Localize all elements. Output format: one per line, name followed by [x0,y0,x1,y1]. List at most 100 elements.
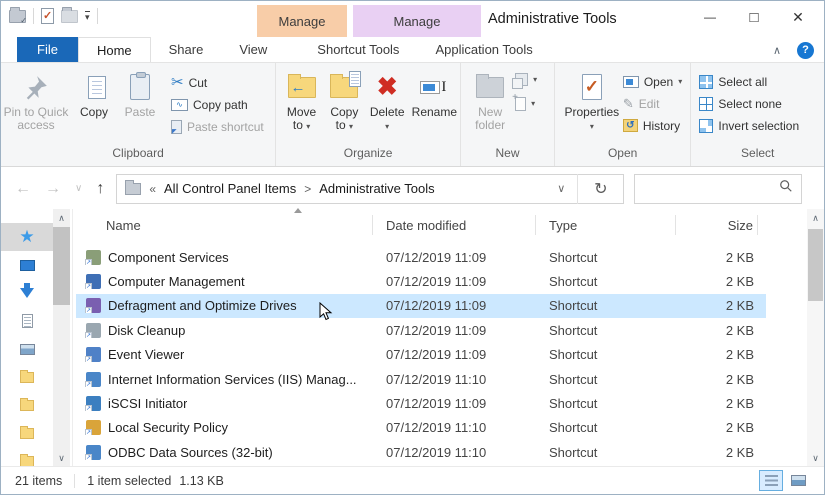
open-button[interactable]: Open ▾ [622,73,682,90]
select-none-button[interactable]: Select none [699,95,799,112]
file-shortcut-icon: ↗ [85,298,101,314]
recent-locations-chevron-icon[interactable]: ∨ [75,183,82,194]
tab-home[interactable]: Home [77,37,151,62]
file-row[interactable]: ↗ Defragment and Optimize Drives 07/12/2… [76,293,766,319]
customize-toolbar-chevron-icon[interactable]: ▾ [85,11,90,22]
large-icons-view-button[interactable] [786,470,810,491]
tab-file[interactable]: File [17,37,78,62]
scroll-up-icon[interactable]: ∧ [53,210,70,227]
search-input[interactable] [635,181,780,196]
file-row[interactable]: ↗ iSCSI Initiator 07/12/2019 11:09 Short… [76,391,766,415]
properties-button[interactable]: Properties ▾ [561,66,623,133]
sidebar-item-folder-1[interactable] [1,363,53,391]
breadcrumb-administrative-tools[interactable]: Administrative Tools [319,181,434,196]
scissors-icon: ✂ [171,74,184,91]
copy-to-icon [330,70,362,98]
file-date-modified: 07/12/2019 11:09 [386,322,487,338]
sidebar-item-folder-3[interactable] [1,419,53,447]
move-to-button[interactable]: ← Move to ▾ [280,66,323,133]
column-header-type[interactable]: Type [536,215,676,235]
properties-check-icon[interactable] [41,8,54,24]
copy-path-button[interactable]: ∿ Copy path [171,96,264,113]
breadcrumb-root-chevrons[interactable]: « [149,182,156,196]
new-folder-button[interactable]: New folder [465,66,515,132]
refresh-icon[interactable]: ↻ [577,173,623,204]
file-row[interactable]: ↗ ODBC Data Sources (32-bit) 07/12/2019 … [76,440,766,464]
search-icon[interactable] [779,179,793,198]
tab-shortcut-tools[interactable]: Shortcut Tools [299,37,417,62]
file-row[interactable]: ↗ Disk Cleanup 07/12/2019 11:09 Shortcut… [76,318,766,342]
tab-view[interactable]: View [221,37,285,62]
scrollbar-thumb[interactable] [53,227,70,305]
new-item-icon [512,92,527,111]
file-date-modified: 07/12/2019 11:09 [386,298,487,314]
edit-button[interactable]: ✎ Edit [623,95,682,112]
sidebar-item-this-pc[interactable] [1,251,53,279]
cut-button[interactable]: ✂ Cut [171,74,264,91]
shortcut-tools-manage-header: Manage [257,5,347,37]
sidebar-item-pictures[interactable] [1,335,53,363]
folder-properties-icon[interactable] [9,6,27,25]
paste-button[interactable]: Paste [117,66,163,119]
file-row[interactable]: ↗ Component Services 07/12/2019 11:09 Sh… [76,245,766,269]
scrollbar-thumb[interactable] [808,229,823,301]
scroll-down-icon[interactable]: ∨ [807,450,824,467]
sidebar-item-quick-access[interactable] [1,223,53,251]
sort-ascending-icon [294,208,302,213]
edit-pencil-icon: ✎ [622,95,634,111]
rename-button[interactable]: I Rename [409,66,461,119]
file-row[interactable]: ↗ Local Security Policy 07/12/2019 11:10… [76,416,766,440]
minimize-button[interactable] [688,1,732,33]
history-button[interactable]: ↺ History [622,117,682,134]
copy-icon [82,72,106,99]
file-row[interactable]: ↗ Event Viewer 07/12/2019 11:09 Shortcut… [76,343,766,367]
paste-shortcut-button[interactable]: Paste shortcut [171,118,264,135]
tab-application-tools[interactable]: Application Tools [417,37,550,62]
up-icon[interactable]: ↑ [96,180,104,198]
monitor-icon [19,259,35,271]
tab-share[interactable]: Share [151,37,222,62]
sidebar-item-folder-2[interactable] [1,391,53,419]
address-bar[interactable]: « All Control Panel Items > Administrati… [116,173,625,204]
easy-access-button[interactable]: ▾ [512,71,537,89]
breadcrumb-separator[interactable]: > [304,182,311,196]
pin-to-quick-access-button[interactable]: Pin to Quick access [1,66,71,132]
file-row[interactable]: ↗ Computer Management 07/12/2019 11:09 S… [76,269,766,293]
select-all-button[interactable]: Select all [699,73,799,90]
file-name: Local Security Policy [108,420,228,436]
collapse-ribbon-icon[interactable]: ∧ [773,44,781,57]
file-shortcut-icon: ↗ [85,396,101,412]
scroll-up-icon[interactable]: ∧ [807,210,824,227]
maximize-button[interactable] [732,1,776,33]
new-item-button[interactable]: ▾ [512,92,537,112]
sidebar-item-downloads[interactable] [1,279,53,307]
file-shortcut-icon: ↗ [85,444,101,460]
ribbon-group-new: New folder ▾ ▾ New [461,63,555,166]
file-list-scrollbar[interactable]: ∧ ∨ [807,209,824,468]
new-folder-qat-icon[interactable] [61,6,78,23]
file-row[interactable]: ↗ Internet Information Services (IIS) Ma… [76,367,766,391]
sidebar-item-documents[interactable] [1,307,53,335]
folder-icon [20,425,34,439]
group-label-open: Open [607,146,638,160]
column-header-date-modified[interactable]: Date modified [373,215,536,235]
navigation-pane-scrollbar[interactable]: ∧ ∨ [53,209,70,468]
navigation-pane: ∧ ∨ [1,209,73,468]
large-icons-view-icon [790,475,806,486]
folder-icon [20,369,34,383]
column-header-name[interactable]: Name [76,215,373,235]
delete-button[interactable]: ✖ Delete ▾ [366,66,409,133]
select-all-icon [699,74,714,89]
back-icon[interactable]: ← [15,180,31,198]
scroll-down-icon[interactable]: ∨ [53,450,70,467]
copy-button[interactable]: Copy [71,66,117,119]
details-view-button[interactable] [759,470,783,491]
invert-selection-button[interactable]: Invert selection [699,117,799,134]
forward-icon[interactable]: → [45,180,61,198]
address-dropdown-chevron-icon[interactable]: ∨ [545,182,577,195]
copy-to-button[interactable]: Copy to ▾ [323,66,366,133]
close-button[interactable] [776,1,820,33]
help-icon[interactable]: ? [797,41,814,59]
breadcrumb-all-control-panel-items[interactable]: All Control Panel Items [164,181,296,196]
column-header-size[interactable]: Size [676,215,758,235]
